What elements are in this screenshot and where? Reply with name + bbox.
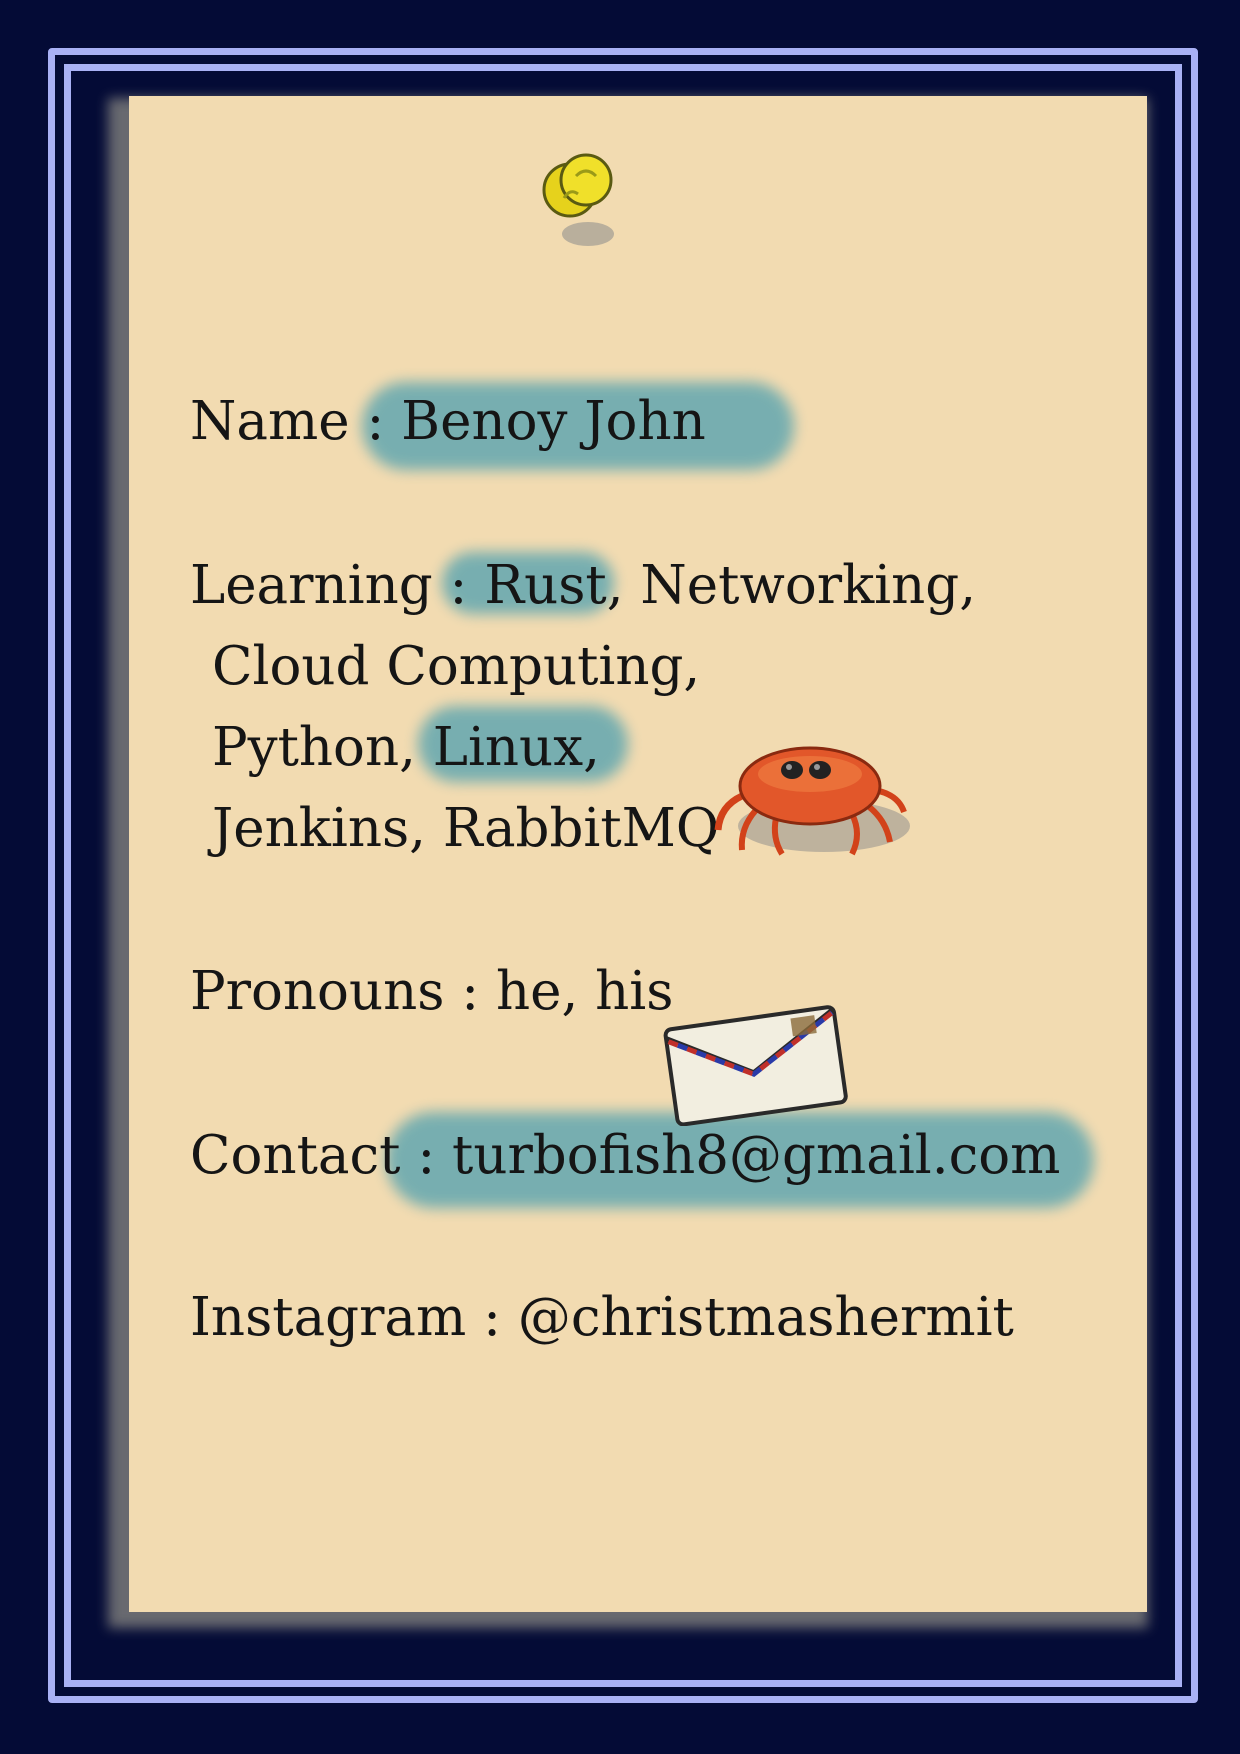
instagram-line: Instagram : @christmashermit (190, 1287, 1014, 1348)
learning-line-4: Jenkins, RabbitMQ (212, 798, 720, 859)
contact-line: Contact : turbofish8@gmail.com (190, 1125, 1061, 1186)
name-line: Name : Benoy John (190, 391, 706, 452)
learning-line-3: Python, Linux, (212, 717, 600, 778)
learning-line-2: Cloud Computing, (212, 636, 701, 697)
pushpin-icon (542, 153, 614, 246)
learning-line-1: Learning : Rust, Networking, (190, 555, 977, 616)
envelope-icon (663, 1005, 848, 1126)
pronouns-line: Pronouns : he, his (190, 961, 674, 1022)
crab-icon (714, 746, 910, 856)
